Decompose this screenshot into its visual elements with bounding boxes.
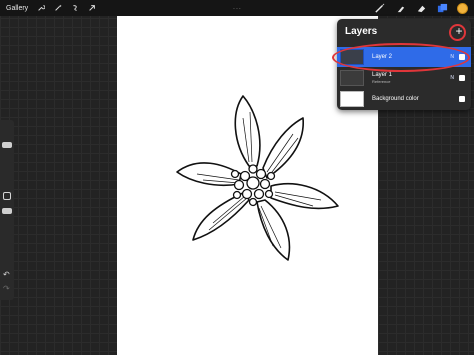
layer-thumbnail bbox=[340, 70, 364, 86]
eraser-icon[interactable] bbox=[415, 2, 427, 14]
layer-row-background-color[interactable]: Background color bbox=[337, 89, 471, 109]
layer-name: Background color bbox=[372, 96, 419, 102]
selection-icon[interactable] bbox=[71, 4, 79, 12]
top-toolbar: Gallery ... bbox=[0, 0, 474, 16]
transform-arrow-icon[interactable] bbox=[88, 4, 96, 12]
modify-button[interactable] bbox=[3, 192, 11, 200]
left-sidebar: ↶ ↷ bbox=[0, 120, 14, 300]
layers-icon[interactable] bbox=[436, 2, 448, 14]
layer-name: Layer 1 bbox=[372, 72, 393, 78]
highlight-circle bbox=[449, 24, 466, 41]
redo-icon[interactable]: ↷ bbox=[3, 284, 10, 293]
color-swatch[interactable] bbox=[457, 2, 468, 14]
visibility-checkbox[interactable] bbox=[459, 96, 465, 102]
undo-icon[interactable]: ↶ bbox=[3, 270, 10, 279]
magic-wand-icon[interactable] bbox=[54, 4, 62, 12]
blend-mode-button[interactable]: N bbox=[450, 75, 454, 81]
layer-name-group: Layer 1 Reference bbox=[372, 72, 392, 84]
flower-drawing bbox=[176, 95, 339, 261]
visibility-checkbox[interactable] bbox=[459, 75, 465, 81]
layer-thumbnail bbox=[340, 91, 364, 107]
wrench-icon[interactable] bbox=[37, 4, 46, 12]
right-tools bbox=[373, 2, 468, 14]
layers-title: Layers bbox=[345, 26, 378, 37]
brush-size-slider[interactable] bbox=[2, 142, 12, 148]
smudge-icon[interactable] bbox=[394, 2, 406, 14]
layer-subtitle: Reference bbox=[372, 79, 391, 84]
opacity-slider[interactable] bbox=[2, 208, 12, 214]
brush-icon[interactable] bbox=[373, 2, 385, 14]
gallery-button[interactable]: Gallery bbox=[6, 5, 28, 12]
more-dots[interactable]: ... bbox=[233, 4, 242, 11]
highlight-oval bbox=[332, 43, 470, 72]
